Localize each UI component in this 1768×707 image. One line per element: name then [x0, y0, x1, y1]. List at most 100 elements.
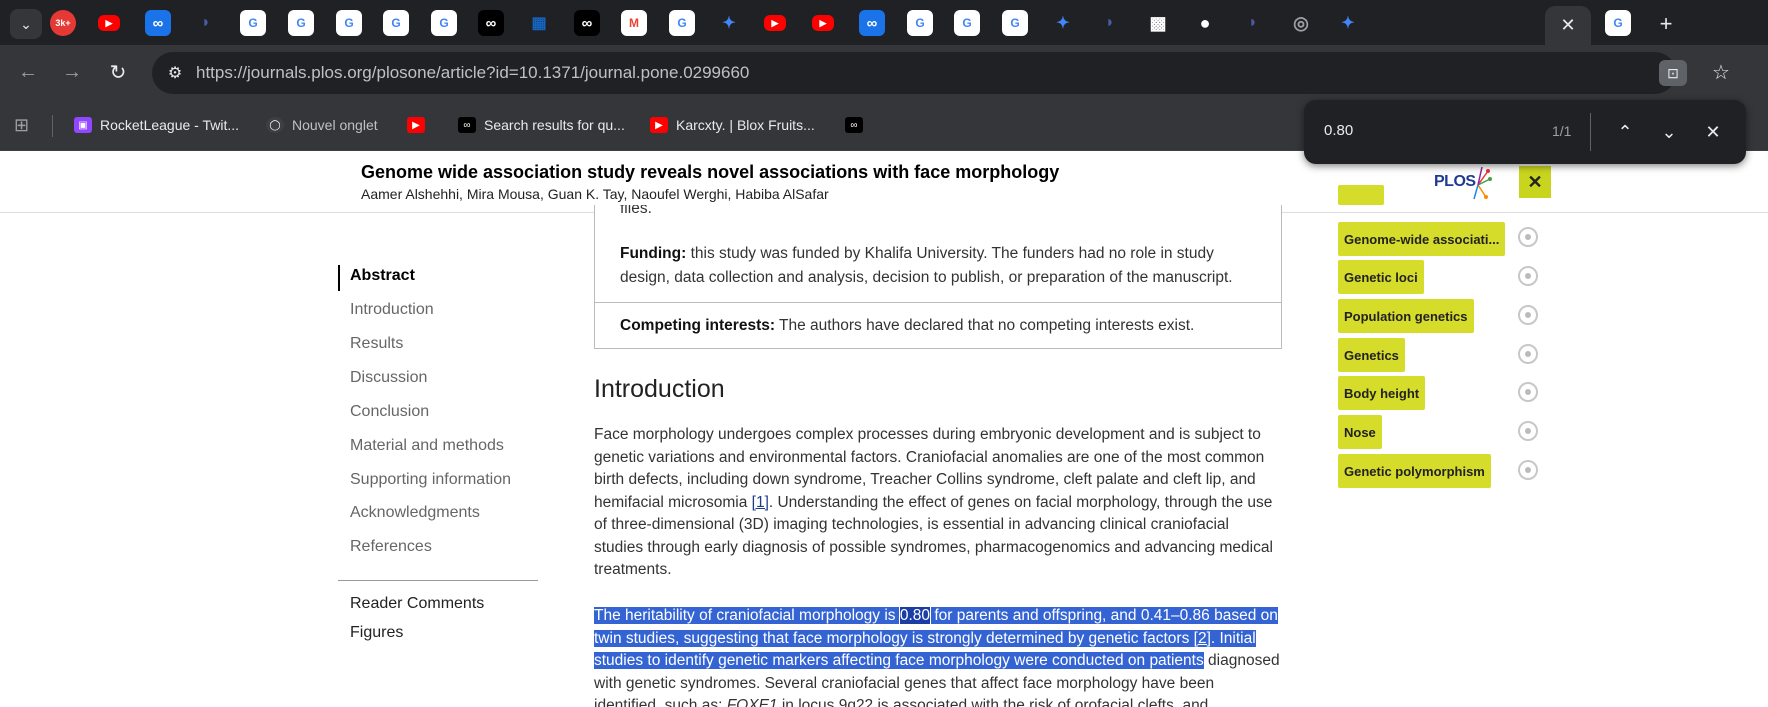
tab-badge-icon[interactable]: 3k+ — [50, 10, 76, 36]
find-next-icon[interactable]: ⌄ — [1655, 118, 1683, 146]
subject-tag-body-height[interactable]: Body height — [1338, 376, 1426, 410]
reference-link-2[interactable]: [2] — [1194, 630, 1211, 647]
bookmark-youtube[interactable]: ▶ — [407, 113, 433, 137]
find-match-highlight: 0.80 — [898, 606, 932, 625]
url-text[interactable]: https://journals.plos.org/plosone/articl… — [196, 63, 749, 83]
forward-button[interactable]: → — [58, 58, 86, 86]
google-icon: G — [296, 16, 306, 30]
plos-logo[interactable]: PLOS — [1432, 163, 1492, 203]
tab-gemini-icon[interactable]: ◗ — [1240, 10, 1266, 36]
tab-sparkle-icon[interactable]: ✦ — [1335, 10, 1361, 36]
bookmark-star-icon[interactable]: ☆ — [1712, 60, 1730, 85]
tab-sparkle-icon[interactable]: ✦ — [1050, 10, 1076, 36]
reference-link-1[interactable]: [1] — [752, 494, 769, 511]
nav-supporting-information[interactable]: Supporting information — [350, 471, 511, 489]
nav-reader-comments[interactable]: Reader Comments — [350, 595, 484, 613]
nav-references[interactable]: References — [350, 538, 432, 556]
active-tab[interactable]: ✕ — [1545, 6, 1591, 45]
section-title-introduction: Introduction — [594, 375, 725, 403]
bookmark-nouvel-onglet[interactable]: ◯ Nouvel onglet — [266, 113, 378, 137]
tab-google-icon[interactable]: G — [336, 10, 362, 36]
find-in-page-bar: 0.80 1/1 ⌃ ⌄ ✕ — [1304, 100, 1746, 164]
globe-icon: ◯ — [266, 117, 284, 133]
tab-google-icon[interactable]: G — [431, 10, 457, 36]
nav-discussion[interactable]: Discussion — [350, 369, 427, 387]
find-input[interactable]: 0.80 — [1324, 122, 1353, 139]
tab-google-icon[interactable]: G — [1002, 10, 1028, 36]
tab-youtube-icon[interactable]: ▶ — [98, 15, 120, 31]
tab-google-icon[interactable]: G — [669, 10, 695, 36]
google-icon: G — [915, 16, 925, 30]
youtube-icon: ▶ — [819, 17, 827, 28]
nav-abstract[interactable]: Abstract — [350, 267, 415, 285]
tab-google[interactable]: G — [1605, 10, 1631, 36]
bookmark-infinity[interactable]: ∞ — [845, 113, 871, 137]
nav-acknowledgments[interactable]: Acknowledgments — [350, 504, 480, 522]
funding-label: Funding: — [620, 245, 687, 262]
tag-feedback-icon[interactable] — [1518, 266, 1538, 286]
close-tab-icon[interactable]: ✕ — [1560, 15, 1575, 36]
address-bar[interactable]: ⚙ https://journals.plos.org/plosone/arti… — [152, 52, 1730, 94]
selected-text: The heritability of craniofacial morphol… — [594, 606, 1278, 669]
tab-checker-icon[interactable]: ▩ — [1145, 10, 1171, 36]
reload-button[interactable]: ↻ — [104, 58, 132, 86]
bookmark-rocketleague[interactable]: ▣ RocketLeague - Twit... — [74, 113, 239, 137]
bookmark-search-results[interactable]: ∞ Search results for qu... — [458, 113, 625, 137]
tab-infinity-icon[interactable]: ∞ — [859, 10, 885, 36]
nav-figures[interactable]: Figures — [350, 624, 403, 642]
subject-tag-genome-wide[interactable]: Genome-wide associati... — [1338, 222, 1506, 256]
bookmark-blox-fruits[interactable]: ▶ Karcxty. | Blox Fruits... — [650, 113, 815, 137]
funding-box: Funding: this study was funded by Khalif… — [594, 232, 1282, 303]
subject-tag-nose[interactable]: Nose — [1338, 415, 1382, 449]
tab-infinity-icon[interactable]: ∞ — [478, 10, 504, 36]
subject-tag-genetics[interactable]: Genetics — [1338, 338, 1405, 372]
google-lens-icon[interactable]: ⊡ — [1659, 60, 1687, 86]
close-tags-button[interactable]: ✕ — [1519, 166, 1551, 198]
site-settings-icon[interactable]: ⚙ — [164, 62, 186, 84]
tab-youtube-icon[interactable]: ▶ — [812, 15, 834, 31]
tab-chrome-icon[interactable]: ◎ — [1288, 10, 1314, 36]
apps-grid-icon[interactable]: ⊞ — [14, 115, 34, 135]
tab-gmail-icon[interactable]: M — [621, 10, 647, 36]
nav-introduction[interactable]: Introduction — [350, 301, 434, 319]
google-icon: G — [439, 16, 449, 30]
find-previous-icon[interactable]: ⌃ — [1611, 118, 1639, 146]
tab-google-icon[interactable]: G — [383, 10, 409, 36]
back-button[interactable]: ← — [14, 58, 42, 86]
find-close-icon[interactable]: ✕ — [1699, 118, 1727, 146]
tag-feedback-icon[interactable] — [1518, 421, 1538, 441]
tab-google-icon[interactable]: G — [240, 10, 266, 36]
infinity-icon: ∞ — [581, 14, 593, 32]
tab-infinity-icon[interactable]: ∞ — [145, 10, 171, 36]
tag-feedback-icon[interactable] — [1518, 382, 1538, 402]
tag-feedback-icon[interactable] — [1518, 460, 1538, 480]
tag-feedback-icon[interactable] — [1518, 305, 1538, 325]
badge-icon: 3k+ — [55, 18, 71, 28]
subject-tag-population-genetics[interactable]: Population genetics — [1338, 299, 1474, 333]
subject-tag-genetic-polymorphism[interactable]: Genetic polymorphism — [1338, 454, 1491, 488]
subject-tag-genetic-loci[interactable]: Genetic loci — [1338, 260, 1424, 294]
nav-material-and-methods[interactable]: Material and methods — [350, 437, 504, 455]
new-tab-button[interactable]: + — [1652, 10, 1680, 38]
tab-sparkle-icon[interactable]: ✦ — [716, 10, 742, 36]
youtube-icon: ▶ — [650, 117, 668, 133]
tab-ball-icon[interactable]: ● — [1192, 10, 1218, 36]
tab-infinity-icon[interactable]: ∞ — [574, 10, 600, 36]
tab-game-icon[interactable]: ▦ — [526, 10, 552, 36]
bookmark-label: Nouvel onglet — [292, 117, 378, 133]
tab-google-icon[interactable]: G — [954, 10, 980, 36]
tag-feedback-icon[interactable] — [1518, 227, 1538, 247]
tab-gemini-icon[interactable]: ◗ — [193, 10, 219, 36]
find-divider — [1590, 113, 1591, 151]
tag-feedback-icon[interactable] — [1518, 344, 1538, 364]
article-authors[interactable]: Aamer Alshehhi, Mira Mousa, Guan K. Tay,… — [361, 186, 829, 202]
tab-google-icon[interactable]: G — [907, 10, 933, 36]
tab-gemini-icon[interactable]: ◗ — [1097, 10, 1123, 36]
tab-google-icon[interactable]: G — [288, 10, 314, 36]
nav-conclusion[interactable]: Conclusion — [350, 403, 429, 421]
nav-results[interactable]: Results — [350, 335, 403, 353]
tab-search-button[interactable]: ⌄ — [10, 9, 42, 39]
google-icon: G — [391, 16, 401, 30]
subject-tag-partial[interactable] — [1338, 185, 1384, 205]
tab-youtube-icon[interactable]: ▶ — [764, 15, 786, 31]
